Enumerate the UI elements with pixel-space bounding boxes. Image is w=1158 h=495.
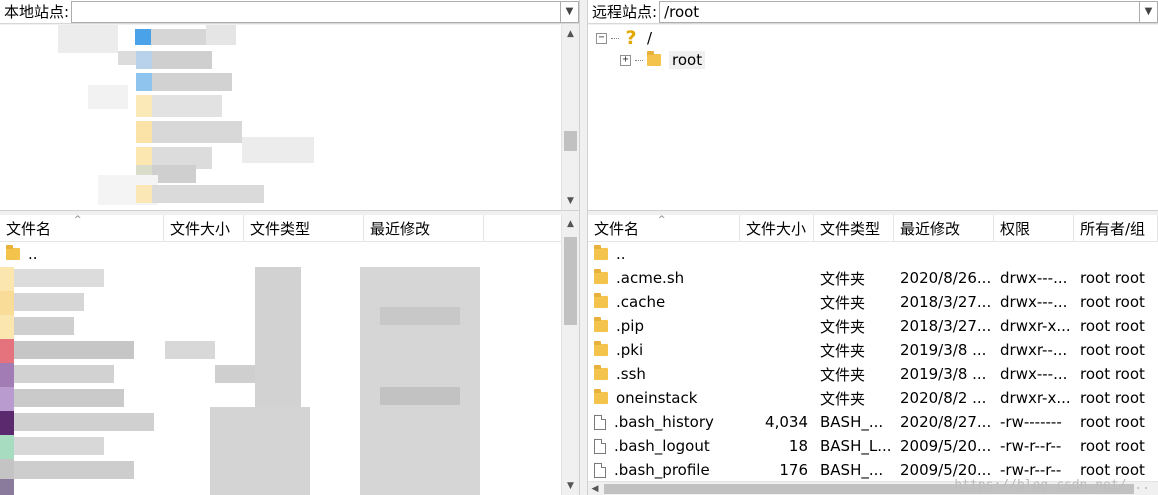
column-header-type[interactable]: 文件类型 <box>814 215 894 241</box>
local-tree-scrollbar[interactable]: ▲ ▼ <box>561 25 579 210</box>
folder-icon <box>594 293 608 308</box>
local-file-list[interactable]: 文件名 ^ 文件大小 文件类型 最近修改 .. ▲ ▼ <box>0 215 579 495</box>
table-row[interactable]: .. <box>0 242 164 266</box>
column-header-owner[interactable]: 所有者/组 <box>1074 215 1158 241</box>
column-header-size[interactable]: 文件大小 <box>740 215 814 241</box>
remote-site-bar: 远程站点: /root ▼ <box>588 0 1158 24</box>
table-row[interactable]: .bash_history 4,034 BASH_... 2020/8/27..… <box>588 410 1158 434</box>
expand-icon[interactable]: + <box>620 54 631 66</box>
column-header-modified[interactable]: 最近修改 <box>364 215 484 241</box>
local-list-scrollbar[interactable]: ▲ ▼ <box>561 215 579 495</box>
column-header-type[interactable]: 文件类型 <box>244 215 364 241</box>
redacted-area <box>58 25 318 210</box>
remote-file-list[interactable]: 文件名 ^ 文件大小 文件类型 最近修改 权限 所有者/组 .. .acme.s… <box>588 215 1158 495</box>
local-site-bar: 本地站点: ▼ <box>0 0 579 24</box>
table-row[interactable]: .bash_logout 18 BASH_L... 2009/5/20... -… <box>588 434 1158 458</box>
folder-icon <box>594 245 608 260</box>
remote-directory-tree[interactable]: − ? / + root <box>588 25 1158 210</box>
tree-node-root[interactable]: + root <box>620 49 706 71</box>
chevron-down-icon[interactable]: ▼ <box>562 192 579 210</box>
column-header-name[interactable]: 文件名 ^ <box>0 215 164 241</box>
chevron-down-icon[interactable]: ▼ <box>1140 0 1158 23</box>
folder-icon <box>647 51 661 66</box>
table-row[interactable]: .. <box>588 242 1158 266</box>
question-icon: ? <box>625 27 637 49</box>
scroll-thumb[interactable] <box>564 237 577 325</box>
chevron-up-icon[interactable]: ▲ <box>562 25 579 43</box>
local-directory-tree[interactable]: ▲ ▼ <box>0 25 579 210</box>
sort-asc-icon: ^ <box>658 215 666 225</box>
table-row[interactable]: .pki 文件夹 2019/3/8 ... drwxr--... root ro… <box>588 338 1158 362</box>
chevron-up-icon[interactable]: ▲ <box>562 215 579 233</box>
file-icon <box>594 438 606 454</box>
vertical-splitter[interactable] <box>579 0 588 495</box>
column-header-size[interactable]: 文件大小 <box>164 215 244 241</box>
redacted-area <box>0 267 561 495</box>
folder-icon <box>594 389 608 404</box>
folder-icon <box>594 341 608 356</box>
local-site-input[interactable] <box>71 0 561 23</box>
table-row[interactable]: oneinstack 文件夹 2020/8/2 ... drwxr-x... r… <box>588 386 1158 410</box>
remote-site-label: 远程站点: <box>592 3 658 21</box>
file-icon <box>594 414 606 430</box>
collapse-icon[interactable]: − <box>596 32 607 44</box>
chevron-left-icon[interactable]: ◀ <box>588 482 602 495</box>
watermark: https://blog.csdn.net/... <box>954 478 1150 493</box>
file-icon <box>594 462 606 478</box>
table-row[interactable]: .acme.sh 文件夹 2020/8/26... drwx---... roo… <box>588 266 1158 290</box>
column-header-modified[interactable]: 最近修改 <box>894 215 994 241</box>
scroll-thumb[interactable] <box>564 131 577 151</box>
column-header-name[interactable]: 文件名 ^ <box>588 215 740 241</box>
table-row[interactable]: .pip 文件夹 2018/3/27... drwxr-x... root ro… <box>588 314 1158 338</box>
tree-node-label: root <box>669 51 706 69</box>
table-row[interactable]: .cache 文件夹 2018/3/27... drwx---... root … <box>588 290 1158 314</box>
remote-site-input[interactable]: /root <box>659 0 1140 23</box>
folder-icon <box>6 245 20 260</box>
tree-node-label: / <box>647 29 653 47</box>
chevron-down-icon[interactable]: ▼ <box>562 477 579 495</box>
tree-node-root-slash[interactable]: − ? / <box>596 27 652 49</box>
local-site-label: 本地站点: <box>4 3 70 21</box>
chevron-down-icon[interactable]: ▼ <box>561 0 579 23</box>
table-row[interactable]: .ssh 文件夹 2019/3/8 ... drwx---... root ro… <box>588 362 1158 386</box>
folder-icon <box>594 365 608 380</box>
folder-icon <box>594 269 608 284</box>
folder-icon <box>594 317 608 332</box>
remote-site-path: /root <box>664 2 700 21</box>
local-rows: .. <box>0 242 164 266</box>
column-header-permissions[interactable]: 权限 <box>994 215 1074 241</box>
local-list-header: 文件名 ^ 文件大小 文件类型 最近修改 <box>0 215 561 242</box>
sort-asc-icon: ^ <box>74 215 82 225</box>
remote-rows: .. .acme.sh 文件夹 2020/8/26... drwx---... … <box>588 242 1158 482</box>
remote-list-header: 文件名 ^ 文件大小 文件类型 最近修改 权限 所有者/组 <box>588 215 1158 242</box>
